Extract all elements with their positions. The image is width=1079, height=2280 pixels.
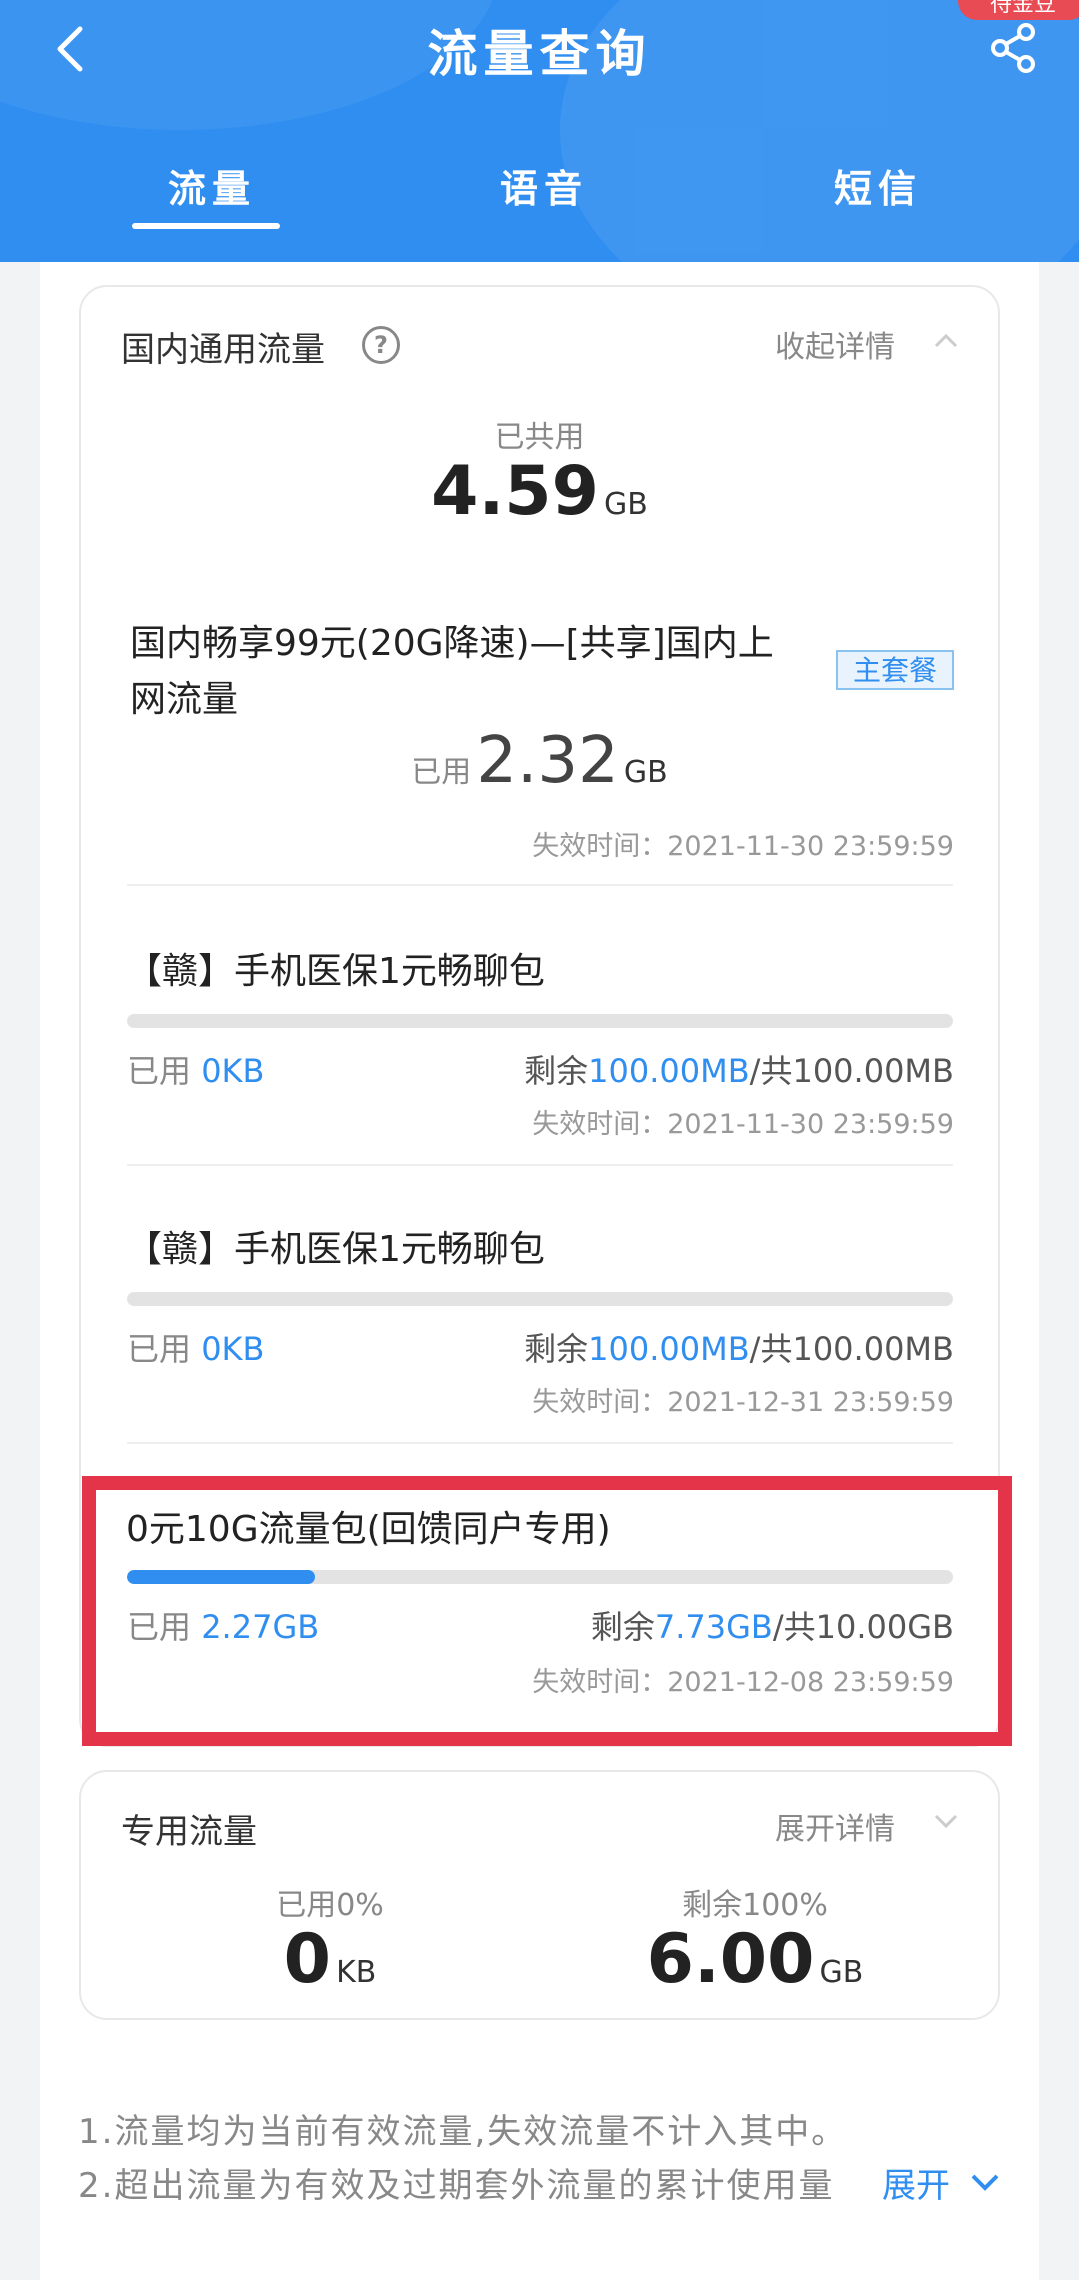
package-used: 已用 0KB bbox=[127, 1324, 264, 1370]
dedicated-used: 0 KB bbox=[200, 1920, 460, 1999]
expand-details-button[interactable]: 展开详情 bbox=[775, 1804, 895, 1848]
dedicated-remain: 6.00 GB bbox=[620, 1920, 890, 1999]
package-expire: 失效时间：2021-12-31 23:59:59 bbox=[532, 1387, 954, 1418]
package-name: 【赣】手机医保1元畅聊包 bbox=[126, 951, 545, 992]
divider bbox=[127, 884, 953, 886]
share-icon[interactable] bbox=[990, 22, 1036, 74]
main-plan-used: 已用 2.32 GB bbox=[0, 724, 1079, 798]
dedicated-remain-value: 6.00 bbox=[646, 1920, 815, 1999]
active-tab-indicator bbox=[132, 223, 280, 229]
main-plan-used-label: 已用 bbox=[411, 755, 472, 790]
chevron-up-icon bbox=[934, 333, 958, 348]
package-remain-label: 剩余 bbox=[524, 1330, 589, 1368]
dedicated-used-unit: KB bbox=[336, 1955, 377, 1990]
package-used-label: 已用 bbox=[127, 1052, 192, 1090]
main-plan-badge: 主套餐 bbox=[836, 650, 954, 690]
package-expire: 失效时间：2021-11-30 23:59:59 bbox=[532, 1109, 954, 1140]
main-plan-expire: 失效时间：2021-11-30 23:59:59 bbox=[532, 831, 954, 862]
main-plan-used-value: 2.32 bbox=[476, 724, 619, 798]
divider bbox=[127, 1164, 953, 1166]
dedicated-remain-label: 剩余100% bbox=[682, 1888, 828, 1923]
package-used-label: 已用 bbox=[127, 1330, 192, 1368]
chevron-down-icon bbox=[934, 1814, 958, 1829]
main-plan-used-unit: GB bbox=[623, 755, 668, 790]
package-progress-track bbox=[127, 1014, 953, 1028]
expand-notes-button[interactable]: 展开 bbox=[882, 2158, 950, 2207]
divider bbox=[127, 1442, 953, 1444]
app-header: 流量查询 待金豆 流量 语音 短信 bbox=[0, 0, 1079, 262]
package-used: 已用 0KB bbox=[127, 1046, 264, 1092]
chevron-down-icon[interactable] bbox=[970, 2172, 1000, 2192]
dedicated-data-title: 专用流量 bbox=[121, 1812, 257, 1852]
highlight-box bbox=[82, 1476, 1012, 1746]
help-icon[interactable]: ? bbox=[362, 326, 400, 364]
package-remain-value: 100.00MB bbox=[588, 1330, 750, 1368]
dedicated-used-label: 已用0% bbox=[276, 1888, 384, 1923]
total-used-value: 4.59 bbox=[431, 452, 599, 531]
dedicated-remain-unit: GB bbox=[819, 1955, 864, 1990]
total-used: 4.59 GB bbox=[0, 452, 1079, 531]
package-used-value: 0KB bbox=[201, 1052, 265, 1090]
dedicated-used-value: 0 bbox=[283, 1920, 331, 1999]
package-name: 【赣】手机医保1元畅聊包 bbox=[126, 1229, 545, 1270]
package-remaining: 剩余100.00MB/共100.00MB bbox=[524, 1324, 954, 1370]
package-remain-value: 100.00MB bbox=[588, 1052, 750, 1090]
domestic-data-title: 国内通用流量 bbox=[121, 330, 325, 370]
package-remain-label: 剩余 bbox=[524, 1052, 589, 1090]
main-plan-name: 国内畅享99元(20G降速)—[共享]国内上网流量 bbox=[130, 623, 774, 720]
package-used-value: 0KB bbox=[201, 1330, 265, 1368]
page-title: 流量查询 bbox=[427, 25, 652, 83]
package-total: /共100.00MB bbox=[749, 1330, 954, 1368]
gold-bean-badge[interactable]: 待金豆 bbox=[958, 0, 1079, 20]
tab-data[interactable]: 流量 bbox=[168, 158, 256, 213]
tab-voice[interactable]: 语音 bbox=[500, 158, 588, 213]
note-line-2: 2.超出流量为有效及过期套外流量的累计使用量 bbox=[78, 2166, 835, 2206]
package-total: /共100.00MB bbox=[749, 1052, 954, 1090]
collapse-details-button[interactable]: 收起详情 bbox=[775, 322, 895, 366]
tab-sms[interactable]: 短信 bbox=[834, 158, 922, 213]
total-used-label: 已共用 bbox=[494, 420, 585, 455]
package-remaining: 剩余100.00MB/共100.00MB bbox=[524, 1046, 954, 1092]
package-progress-track bbox=[127, 1292, 953, 1306]
note-line-1: 1.流量均为当前有效流量,失效流量不计入其中。 bbox=[78, 2112, 848, 2152]
total-used-unit: GB bbox=[604, 487, 648, 522]
